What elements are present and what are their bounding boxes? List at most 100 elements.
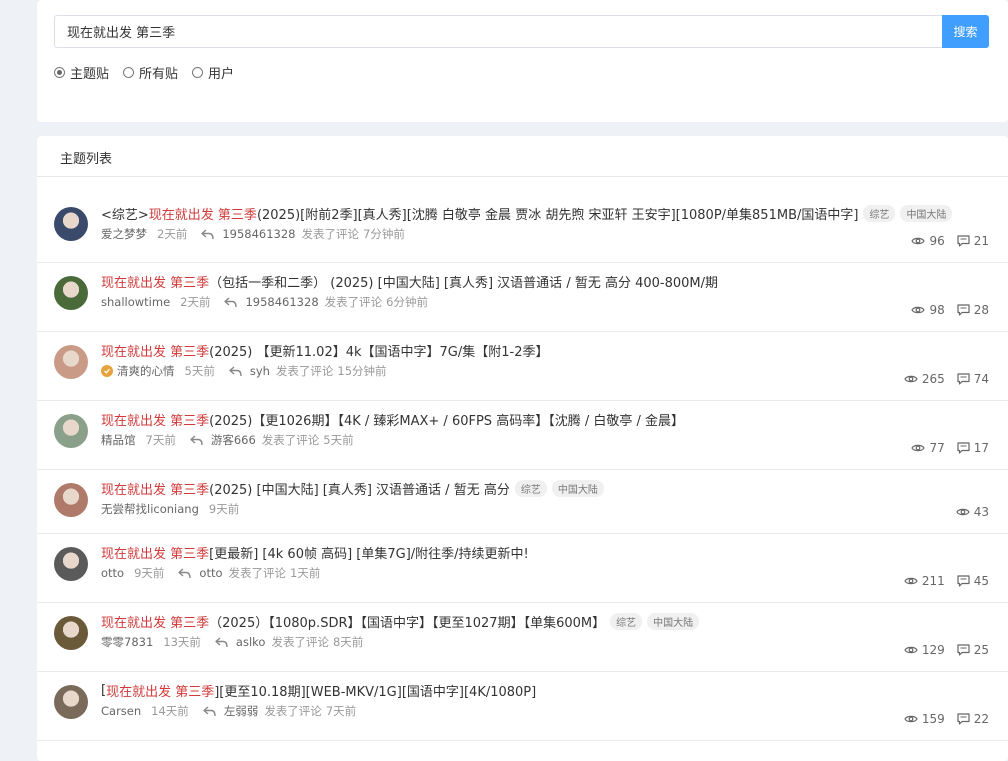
author-name[interactable]: 精品馆: [101, 432, 136, 448]
eye-icon: [904, 577, 918, 585]
last-replier[interactable]: 左弱弱: [224, 703, 259, 719]
radio-unchecked-icon: [192, 67, 204, 78]
author-name[interactable]: 无尝帮找liconiang: [101, 501, 199, 517]
category-tag[interactable]: 中国大陆: [551, 480, 604, 497]
avatar[interactable]: [54, 616, 88, 650]
topic-meta: 无尝帮找liconiang 9天前: [101, 501, 239, 517]
topic-row[interactable]: 现在就出发 第三季 （包括一季和二季） (2025) [中国大陆] [真人秀] 汉…: [37, 262, 1008, 332]
reply-action-text: 发表了评论: [275, 364, 334, 378]
topic-title[interactable]: 现在就出发 第三季 (2025) 【更新11.02】4k【国语中字】7G/集【附…: [101, 341, 548, 360]
reply-action-text: 发表了评论: [301, 227, 360, 241]
title-rest: (2025)[附前2季][真人秀][沈腾 白敬亭 金晨 贾冰 胡先煦 宋亚轩 王…: [256, 208, 859, 223]
category-tag[interactable]: 中国大陆: [900, 205, 953, 222]
post-time: 9天前: [134, 566, 165, 580]
topic-title[interactable]: <综艺> 现在就出发 第三季 (2025)[附前2季][真人秀][沈腾 白敬亭 金…: [101, 204, 953, 223]
title-rest: (2025)【更1026期】【4K / 臻彩MAX+ / 60FPS 高码率】【…: [209, 414, 684, 429]
comment-count: 45: [957, 574, 989, 588]
topic-title[interactable]: 现在就出发 第三季 (2025)【更1026期】【4K / 臻彩MAX+ / 6…: [101, 410, 684, 429]
title-rest: (2025) [中国大陆] [真人秀] 汉语普通话 / 暂无 高分: [209, 483, 510, 498]
topic-stats: 98 28: [899, 303, 989, 317]
topic-title[interactable]: 现在就出发 第三季 (2025) [中国大陆] [真人秀] 汉语普通话 / 暂无…: [101, 479, 604, 498]
author-name[interactable]: Carsen: [101, 704, 141, 718]
title-rest: ][更至10.18期][WEB-MKV/1G][国语中字][4K/1080P]: [214, 685, 537, 700]
title-highlight: 现在就出发 第三季: [101, 414, 210, 429]
reply-time: 1天前: [290, 566, 321, 580]
category-tag[interactable]: 中国大陆: [647, 613, 700, 630]
title-rest: （包括一季和二季） (2025) [中国大陆] [真人秀] 汉语普通话 / 暂无…: [209, 276, 719, 291]
radio-label: 所有贴: [139, 67, 179, 82]
comment-count: 22: [957, 712, 989, 726]
comment-icon: [957, 304, 970, 316]
author-name[interactable]: 爱之梦梦: [101, 226, 147, 242]
comment-icon: [957, 442, 970, 454]
reply-action-text: 发表了评论: [264, 704, 322, 718]
author-name[interactable]: 清爽的心情: [117, 363, 175, 379]
search-button[interactable]: 搜索: [942, 15, 989, 48]
eye-icon: [911, 237, 926, 245]
reply-time: 7分钟前: [363, 227, 405, 241]
radio-all-posts[interactable]: 所有贴: [123, 63, 178, 82]
topic-row[interactable]: 现在就出发 第三季 （2025）【1080p.SDR】【国语中字】【更至1027期…: [37, 602, 1008, 672]
title-rest: (2025) 【更新11.02】4k【国语中字】7G/集【附1-2季】: [209, 345, 549, 360]
topic-meta: 爱之梦梦 2天前 1958461328 发表了评论 7分钟前: [101, 226, 405, 242]
title-highlight: 现在就出发 第三季: [101, 483, 210, 498]
topic-stats: 96 21: [899, 234, 989, 248]
last-replier[interactable]: aslko: [236, 635, 266, 649]
radio-topics[interactable]: 主题贴: [54, 63, 109, 82]
comment-count: 17: [957, 441, 989, 455]
search-input[interactable]: [54, 15, 942, 48]
comment-icon: [957, 235, 970, 247]
title-highlight: 现在就出发 第三季: [101, 345, 210, 360]
category-tag[interactable]: 综艺: [610, 613, 643, 630]
avatar[interactable]: [54, 685, 88, 719]
topic-meta: 精品馆 7天前 游客666 发表了评论 5天前: [101, 432, 354, 448]
radio-unchecked-icon: [123, 67, 135, 78]
topic-stats: 211 45: [892, 574, 989, 588]
reply-icon: [178, 567, 192, 578]
eye-icon: [904, 375, 918, 383]
comment-icon: [957, 373, 970, 385]
last-replier[interactable]: 1958461328: [245, 295, 318, 309]
category-tag[interactable]: 综艺: [514, 480, 547, 497]
title-rest: [更最新] [4k 60帧 高码] [单集7G]/附往季/持续更新中!: [209, 547, 529, 562]
category-tag[interactable]: 综艺: [863, 205, 896, 222]
topic-row[interactable]: 现在就出发 第三季 (2025) 【更新11.02】4k【国语中字】7G/集【附…: [37, 331, 1008, 401]
radio-users[interactable]: 用户: [192, 63, 234, 82]
topic-title[interactable]: 现在就出发 第三季 （2025）【1080p.SDR】【国语中字】【更至1027期…: [101, 612, 700, 631]
topic-title[interactable]: 现在就出发 第三季 [更最新] [4k 60帧 高码] [单集7G]/附往季/持…: [101, 543, 529, 562]
search-panel: 搜索 主题贴 所有贴 用户: [37, 0, 1008, 122]
last-replier[interactable]: otto: [199, 566, 222, 580]
reply-time: 6分钟前: [386, 295, 428, 309]
avatar[interactable]: [54, 345, 88, 379]
post-time: 14天前: [151, 704, 189, 718]
topic-stats: 77 17: [899, 441, 989, 455]
avatar[interactable]: [54, 276, 88, 310]
avatar[interactable]: [54, 207, 88, 241]
last-replier[interactable]: syh: [250, 364, 270, 378]
last-replier[interactable]: 1958461328: [222, 227, 295, 241]
author-name[interactable]: 零零7831: [101, 634, 153, 650]
avatar[interactable]: [54, 483, 88, 517]
author-name[interactable]: otto: [101, 566, 124, 580]
topic-row[interactable]: 现在就出发 第三季 (2025) [中国大陆] [真人秀] 汉语普通话 / 暂无…: [37, 469, 1008, 534]
post-time: 2天前: [157, 227, 188, 241]
topic-stats: 129 25: [892, 643, 989, 657]
eye-icon: [911, 306, 926, 314]
topic-row[interactable]: [现在就出发 第三季][更至10.18期][WEB-MKV/1G][国语中字][…: [37, 671, 1008, 741]
comment-count: 21: [957, 234, 989, 248]
title-highlight: 现在就出发 第三季: [101, 616, 210, 631]
topic-row[interactable]: 现在就出发 第三季 (2025)【更1026期】【4K / 臻彩MAX+ / 6…: [37, 400, 1008, 470]
avatar[interactable]: [54, 547, 88, 581]
avatar[interactable]: [54, 414, 88, 448]
last-replier[interactable]: 游客666: [211, 432, 256, 448]
author-name[interactable]: shallowtime: [101, 295, 170, 309]
reply-action-text: 发表了评论: [271, 635, 329, 649]
topic-stats: 43: [944, 505, 989, 519]
topic-title[interactable]: 现在就出发 第三季 （包括一季和二季） (2025) [中国大陆] [真人秀] 汉…: [101, 272, 718, 291]
search-bar: 搜索: [54, 15, 989, 48]
verified-badge-icon: [101, 365, 113, 377]
topic-meta: 清爽的心情 5天前 syh 发表了评论 15分钟前: [101, 363, 387, 379]
topic-row[interactable]: 现在就出发 第三季 [更最新] [4k 60帧 高码] [单集7G]/附往季/持…: [37, 533, 1008, 603]
topic-row[interactable]: <综艺> 现在就出发 第三季 (2025)[附前2季][真人秀][沈腾 白敬亭 金…: [37, 177, 1008, 263]
topic-title[interactable]: [现在就出发 第三季][更至10.18期][WEB-MKV/1G][国语中字][…: [101, 681, 536, 700]
